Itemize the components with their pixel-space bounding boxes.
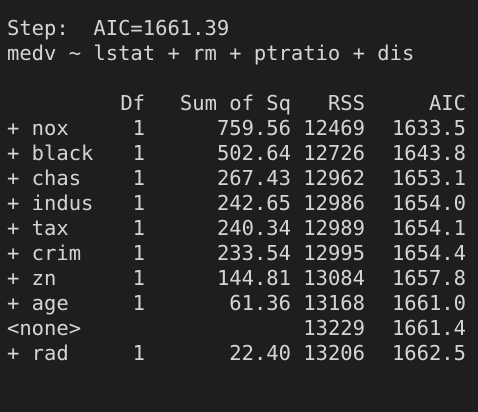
row-df: [111, 316, 145, 341]
table-row: <none> 13229 1661.4: [7, 316, 478, 341]
row-aic: 1654.1: [391, 216, 466, 240]
row-rss: 12469: [303, 116, 365, 140]
row-df: 1: [132, 341, 145, 365]
row-aic: 1662.5: [391, 341, 466, 365]
row-aic: 1661.4: [391, 316, 466, 340]
row-df: 1: [132, 241, 145, 265]
row-df: 1: [132, 266, 145, 290]
row-rss: 12995: [303, 241, 365, 265]
row-sum-of-sq: 61.36: [229, 291, 291, 315]
header-sum-of-sq: Sum of Sq: [179, 91, 291, 115]
table-row: + indus 1 242.65 12986 1654.0: [7, 191, 478, 216]
row-aic: 1654.0: [391, 191, 466, 215]
row-df: 1: [132, 166, 145, 190]
row-df: 1: [132, 141, 145, 165]
table-row: + chas 1 267.43 12962 1653.1: [7, 166, 478, 191]
row-df: 1: [132, 116, 145, 140]
row-aic: 1654.4: [391, 241, 466, 265]
row-sum-of-sq: [145, 316, 291, 341]
header-term: [7, 91, 111, 116]
model-formula-line: medv ~ lstat + rm + ptratio + dis: [7, 41, 415, 65]
row-df: 1: [132, 191, 145, 215]
row-term: + indus: [7, 191, 94, 215]
row-sum-of-sq: 144.81: [216, 266, 291, 290]
table-header-row: Df Sum of Sq RSS AIC: [7, 91, 478, 116]
row-sum-of-sq: 759.56: [216, 116, 291, 140]
row-term: <none>: [7, 316, 82, 340]
row-term: + rad: [7, 341, 69, 365]
row-term: + tax: [7, 216, 69, 240]
row-rss: 13084: [303, 266, 365, 290]
row-rss: 13168: [303, 291, 365, 315]
row-sum-of-sq: 240.34: [216, 216, 291, 240]
row-rss: 13229: [303, 316, 365, 340]
row-term: + nox: [7, 116, 69, 140]
row-sum-of-sq: 233.54: [216, 241, 291, 265]
row-sum-of-sq: 22.40: [229, 341, 291, 365]
row-aic: 1661.0: [391, 291, 466, 315]
row-term: + crim: [7, 241, 82, 265]
row-aic: 1633.5: [391, 116, 466, 140]
row-aic: 1643.8: [391, 141, 466, 165]
row-rss: 12989: [303, 216, 365, 240]
row-rss: 13206: [303, 341, 365, 365]
row-aic: 1653.1: [391, 166, 466, 190]
header-rss: RSS: [327, 91, 365, 115]
row-term: + chas: [7, 166, 82, 190]
row-rss: 12962: [303, 166, 365, 190]
header-df: Df: [120, 91, 145, 115]
row-sum-of-sq: 242.65: [216, 191, 291, 215]
row-term: + age: [7, 291, 69, 315]
table-row: + zn 1 144.81 13084 1657.8: [7, 266, 478, 291]
r-console-output: Step: AIC=1661.39 medv ~ lstat + rm + pt…: [0, 0, 478, 412]
table-row: + nox 1 759.56 12469 1633.5: [7, 116, 478, 141]
table-row: + crim 1 233.54 12995 1654.4: [7, 241, 478, 266]
table-row: + rad 1 22.40 13206 1662.5: [7, 341, 478, 366]
table-row: + age 1 61.36 13168 1661.0: [7, 291, 478, 316]
header-aic: AIC: [428, 91, 466, 115]
row-df: 1: [132, 216, 145, 240]
table-row: + black 1 502.64 12726 1643.8: [7, 141, 478, 166]
row-aic: 1657.8: [391, 266, 466, 290]
row-term: + black: [7, 141, 94, 165]
row-term: + zn: [7, 266, 57, 290]
row-rss: 12726: [303, 141, 365, 165]
row-sum-of-sq: 267.43: [216, 166, 291, 190]
row-sum-of-sq: 502.64: [216, 141, 291, 165]
table-row: + tax 1 240.34 12989 1654.1: [7, 216, 478, 241]
row-rss: 12986: [303, 191, 365, 215]
step-aic-line: Step: AIC=1661.39: [7, 16, 230, 40]
row-df: 1: [132, 291, 145, 315]
